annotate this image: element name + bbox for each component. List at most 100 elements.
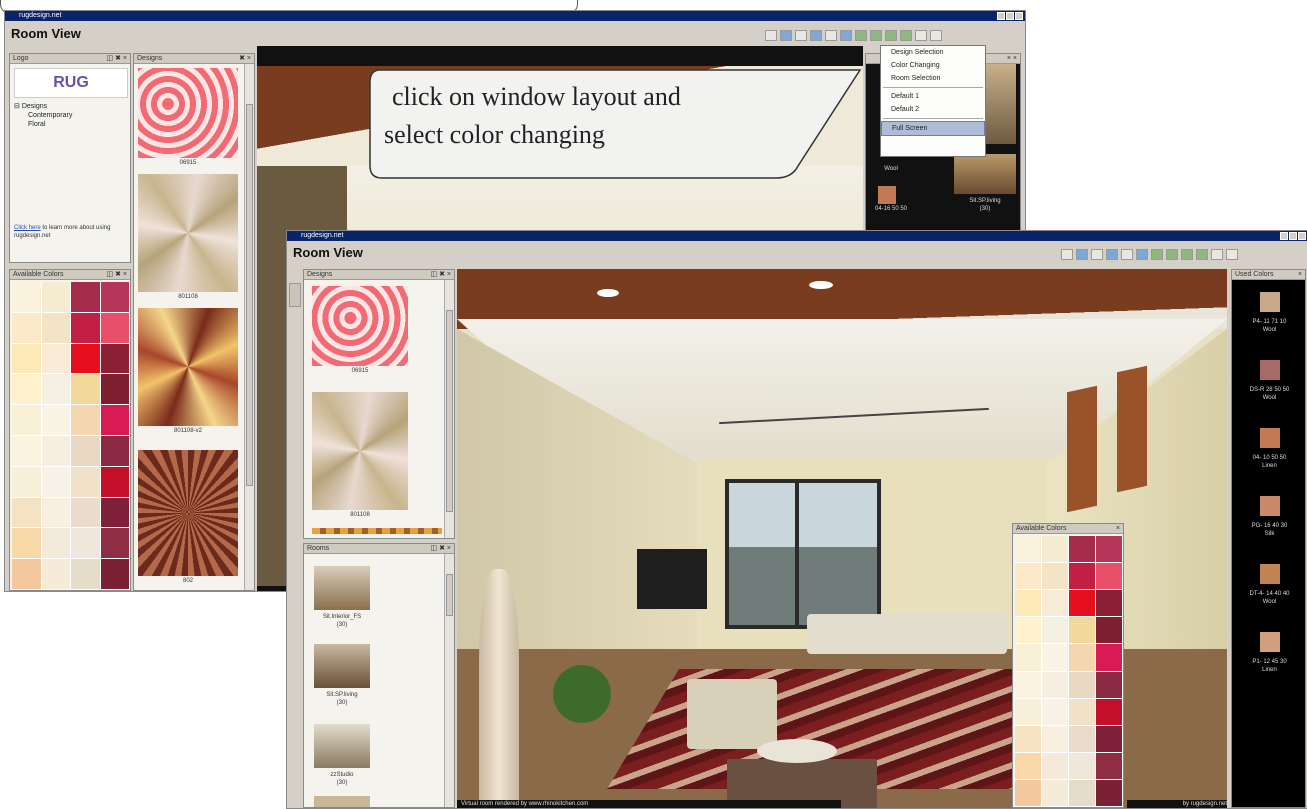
color-swatch[interactable] <box>100 312 130 344</box>
used-color-item[interactable]: PG- 16 40 30 Silk <box>1232 496 1305 564</box>
color-swatch[interactable] <box>100 282 130 313</box>
toolbar-button[interactable] <box>825 30 837 41</box>
left-collapse-strip[interactable] <box>289 283 301 307</box>
color-swatch[interactable] <box>71 435 101 467</box>
color-swatch[interactable] <box>41 282 71 313</box>
used-color-item[interactable]: P4- 11 71 10 Wool <box>1232 292 1305 360</box>
color-swatch[interactable] <box>100 497 130 529</box>
color-swatch[interactable] <box>1042 617 1069 645</box>
front-window-controls[interactable] <box>1280 232 1306 240</box>
color-palette-grid[interactable] <box>1015 536 1123 807</box>
toolbar-button[interactable] <box>1181 249 1193 260</box>
color-swatch[interactable] <box>1096 725 1123 753</box>
color-swatch[interactable] <box>12 528 42 560</box>
color-swatch[interactable] <box>1069 617 1096 645</box>
color-swatch[interactable] <box>1015 590 1042 618</box>
color-swatch[interactable] <box>1069 671 1096 699</box>
color-swatch[interactable] <box>1096 698 1123 726</box>
color-swatch[interactable] <box>100 466 130 498</box>
color-swatch[interactable] <box>12 312 42 344</box>
color-swatch[interactable] <box>1069 698 1096 726</box>
color-swatch[interactable] <box>41 466 71 498</box>
used-color-item[interactable]: P1- 12 45 30 Linen <box>1232 632 1305 700</box>
toolbar-button[interactable] <box>1166 249 1178 260</box>
color-swatch[interactable] <box>71 282 101 313</box>
color-swatch[interactable] <box>12 559 42 590</box>
color-swatch[interactable] <box>1069 779 1096 807</box>
menu-item-default-1[interactable]: Default 1 <box>881 90 985 103</box>
toolbar-button[interactable] <box>1151 249 1163 260</box>
used-color-swatch[interactable] <box>1259 360 1280 380</box>
color-swatch[interactable] <box>71 528 101 560</box>
color-swatch[interactable] <box>1042 563 1069 591</box>
used-color-item[interactable]: DS-R 28 50 50 Wool <box>1232 360 1305 428</box>
room-thumb[interactable] <box>314 796 370 807</box>
color-swatch[interactable] <box>1042 590 1069 618</box>
design-tree[interactable]: ⊟ Designs Contemporary Floral <box>14 102 72 129</box>
color-swatch[interactable] <box>1042 725 1069 753</box>
designs-scrollbar[interactable] <box>244 64 254 590</box>
floating-palette-header[interactable]: Available Colors × <box>1013 524 1123 534</box>
toolbar-button[interactable] <box>915 30 927 41</box>
color-swatch[interactable] <box>1042 536 1069 564</box>
toolbar-button[interactable] <box>1226 249 1238 260</box>
design-thumb[interactable] <box>138 68 238 158</box>
color-swatch[interactable] <box>71 343 101 375</box>
color-swatch[interactable] <box>100 435 130 467</box>
room-thumb[interactable] <box>314 566 370 610</box>
color-swatch[interactable] <box>12 435 42 467</box>
tree-item[interactable]: Contemporary <box>14 111 72 120</box>
color-swatch[interactable] <box>1069 590 1096 618</box>
used-color-swatch[interactable] <box>1259 292 1280 312</box>
color-swatch[interactable] <box>1069 536 1096 564</box>
color-swatch[interactable] <box>1096 779 1123 807</box>
color-swatch[interactable] <box>1042 644 1069 672</box>
color-swatch[interactable] <box>1015 563 1042 591</box>
color-swatch[interactable] <box>1015 671 1042 699</box>
color-palette-grid[interactable] <box>12 282 130 590</box>
color-swatch[interactable] <box>71 405 101 436</box>
color-swatch[interactable] <box>1042 779 1069 807</box>
color-swatch[interactable] <box>1096 752 1123 780</box>
toolbar-button[interactable] <box>885 30 897 41</box>
design-thumb[interactable] <box>312 286 408 366</box>
color-swatch[interactable] <box>71 374 101 406</box>
menu-item-full-screen[interactable]: Full Screen <box>881 121 985 136</box>
toolbar-button[interactable] <box>1106 249 1118 260</box>
menu-item-design-selection[interactable]: Design Selection <box>881 46 985 59</box>
color-swatch[interactable] <box>12 343 42 375</box>
color-swatch[interactable] <box>1042 752 1069 780</box>
color-swatch[interactable] <box>1015 779 1042 807</box>
toolbar-button[interactable] <box>795 30 807 41</box>
back-window-controls[interactable] <box>997 12 1023 20</box>
color-swatch[interactable] <box>12 497 42 529</box>
color-swatch[interactable] <box>12 405 42 436</box>
color-swatch[interactable] <box>41 343 71 375</box>
color-swatch[interactable] <box>1096 644 1123 672</box>
color-swatch[interactable] <box>1015 752 1042 780</box>
color-swatch[interactable] <box>41 528 71 560</box>
color-swatch[interactable] <box>1015 725 1042 753</box>
toolbar-button[interactable] <box>765 30 777 41</box>
color-swatch[interactable] <box>1015 698 1042 726</box>
color-swatch[interactable] <box>1069 644 1096 672</box>
window-layout-button[interactable] <box>840 30 852 41</box>
toolbar-button[interactable] <box>1211 249 1223 260</box>
color-swatch[interactable] <box>1042 698 1069 726</box>
toolbar-button[interactable] <box>930 30 942 41</box>
toolbar-button[interactable] <box>1091 249 1103 260</box>
color-swatch[interactable] <box>1096 536 1123 564</box>
color-swatch[interactable] <box>1015 536 1042 564</box>
color-swatch[interactable] <box>1015 617 1042 645</box>
color-swatch[interactable] <box>1096 563 1123 591</box>
color-swatch[interactable] <box>1096 590 1123 618</box>
used-color-swatch[interactable] <box>1259 632 1280 652</box>
menu-item-default-2[interactable]: Default 2 <box>881 103 985 116</box>
color-swatch[interactable] <box>41 374 71 406</box>
window-layout-button[interactable] <box>1136 249 1148 260</box>
used-color-item[interactable]: 04- 10 50 50 Linen <box>1232 428 1305 496</box>
used-color-swatch[interactable] <box>1259 496 1280 516</box>
toolbar-button[interactable] <box>810 30 822 41</box>
color-swatch[interactable] <box>12 374 42 406</box>
toolbar-button[interactable] <box>1121 249 1133 260</box>
